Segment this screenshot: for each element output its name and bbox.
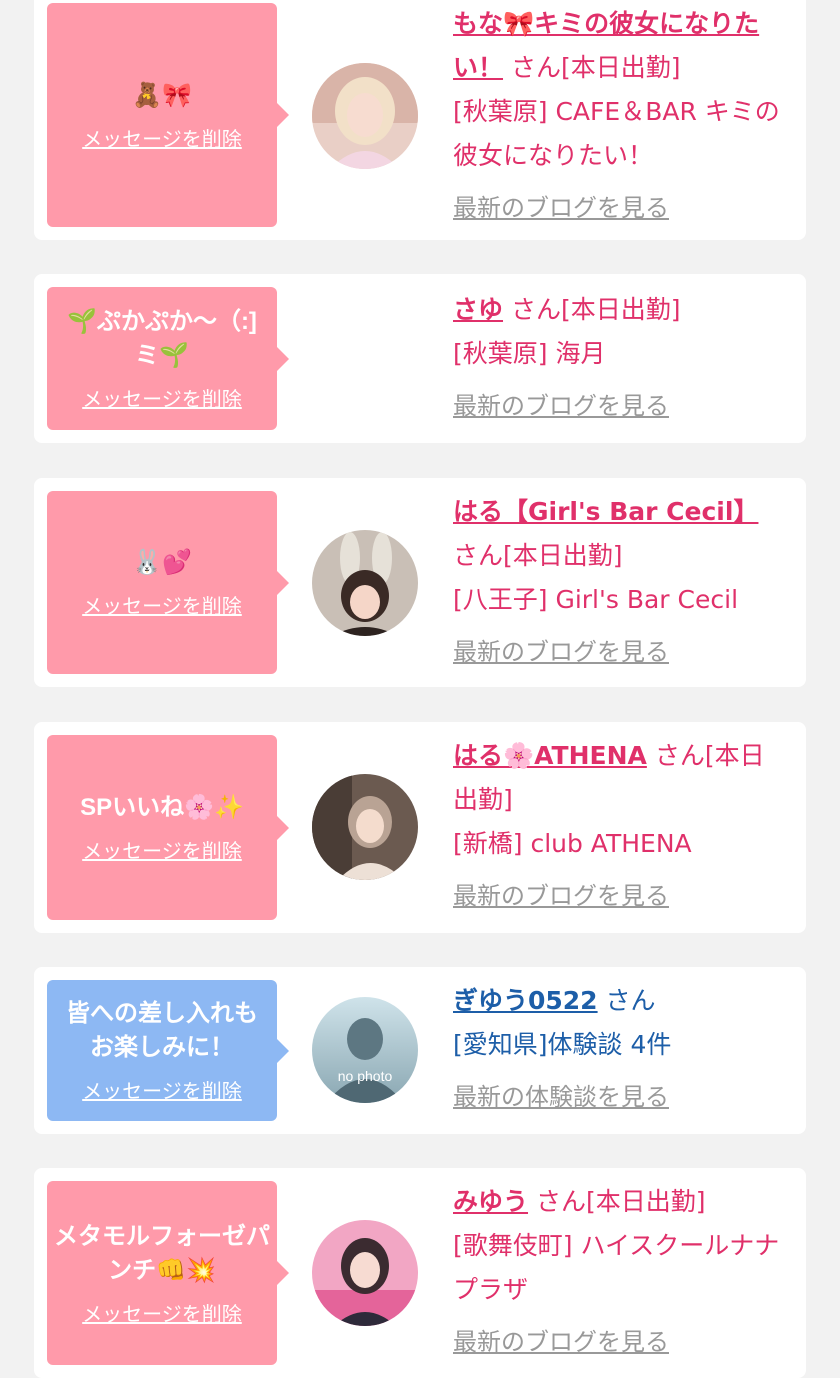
avatar[interactable] [312,774,418,880]
avatar[interactable]: no photo [312,997,418,1103]
message-text: 🌱ぷかぷか〜（:]ミ🌱 [67,308,257,369]
message-bubble: 皆への差し入れもお楽しみに！ メッセージを削除 [47,980,289,1121]
cast-name-link[interactable]: はる【Girl's Bar Cecil】 [453,497,758,526]
delete-message-link[interactable]: メッセージを削除 [82,590,242,619]
photo-avatar-icon [312,1220,418,1326]
shop-text: [歌舞伎町] ハイスクールナナプラザ [453,1231,780,1304]
message-text: 🧸🎀 [132,81,192,109]
honorific: さん [510,295,561,324]
message-card: SPいいね🌸✨ メッセージを削除 はる🌸ATHENA さん[本日出勤] [新橋]… [34,722,806,933]
message-card: メタモルフォーゼパンチ👊💥 メッセージを削除 みゆう さん[本日出勤] [歌舞伎… [34,1168,806,1378]
message-bubble: 🧸🎀 メッセージを削除 [47,3,289,227]
delete-message-link[interactable]: メッセージを削除 [82,1075,242,1104]
message-card: 🧸🎀 メッセージを削除 もな🎀キミの彼女になりたい！ さん[本日出勤] [秋葉原… [34,0,806,240]
cast-name-link[interactable]: はる🌸ATHENA [453,741,647,770]
message-text: 皆への差し入れもお楽しみに！ [66,1000,258,1061]
cast-name-link[interactable]: さゆ [453,295,503,324]
latest-blog-link[interactable]: 最新のブログを見る [453,186,780,230]
honorific: さん [510,53,561,82]
cast-info: はる【Girl's Bar Cecil】 さん[本日出勤] [八王子] Girl… [453,490,780,674]
message-card: 🐰💕 メッセージを削除 はる【Girl's Bar Cecil】 さん[本日出勤… [34,478,806,687]
shop-text: [八王子] Girl's Bar Cecil [453,585,739,614]
delete-message-link[interactable]: メッセージを削除 [82,1298,242,1327]
message-text: SPいいね🌸✨ [80,794,244,821]
latest-review-link[interactable]: 最新の体験談を見る [453,1075,780,1119]
latest-blog-link[interactable]: 最新のブログを見る [453,630,780,674]
message-bubble: 🌱ぷかぷか〜（:]ミ🌱 メッセージを削除 [47,287,289,430]
honorific: さん [453,541,504,570]
no-photo-icon: no photo [312,997,418,1103]
shop-text: [新橋] club ATHENA [453,829,692,858]
message-card: 🌱ぷかぷか〜（:]ミ🌱 メッセージを削除 さゆ さん[本日出勤] [秋葉原] 海… [34,274,806,443]
photo-avatar-icon [312,774,418,880]
shop-text: [秋葉原] 海月 [453,339,606,368]
latest-blog-link[interactable]: 最新のブログを見る [453,384,780,428]
cast-info: もな🎀キミの彼女になりたい！ さん[本日出勤] [秋葉原] CAFE＆BAR キ… [453,2,780,230]
delete-message-link[interactable]: メッセージを削除 [82,835,242,864]
photo-avatar-icon [312,530,418,636]
review-count-text: [愛知県]体験談 4件 [453,1030,672,1059]
cast-info: さゆ さん[本日出勤] [秋葉原] 海月 最新のブログを見る [453,288,780,428]
honorific: さん [605,986,656,1015]
cast-info: みゆう さん[本日出勤] [歌舞伎町] ハイスクールナナプラザ 最新のブログを見… [453,1180,780,1364]
avatar[interactable] [312,1220,418,1326]
message-bubble: 🐰💕 メッセージを削除 [47,491,289,674]
avatar[interactable] [312,530,418,636]
shop-text: [秋葉原] CAFE＆BAR キミの彼女になりたい！ [453,97,780,170]
photo-avatar-icon [312,63,418,169]
latest-blog-link[interactable]: 最新のブログを見る [453,874,780,918]
delete-message-link[interactable]: メッセージを削除 [82,123,242,152]
avatar[interactable] [312,63,418,169]
message-bubble: メタモルフォーゼパンチ👊💥 メッセージを削除 [47,1181,289,1365]
latest-blog-link[interactable]: 最新のブログを見る [453,1320,780,1364]
honorific: さん [654,741,705,770]
cast-name-link[interactable]: みゆう [453,1187,528,1216]
status-text: [本日出勤] [503,541,623,570]
status-text: [本日出勤] [585,1187,706,1216]
message-text: メタモルフォーゼパンチ👊💥 [54,1222,270,1284]
member-name-link[interactable]: ぎゆう0522 [453,986,598,1015]
status-text: [本日出勤] [560,53,681,82]
delete-message-link[interactable]: メッセージを削除 [82,383,242,412]
cast-info: はる🌸ATHENA さん[本日出勤] [新橋] club ATHENA 最新のブ… [453,734,780,918]
message-card: 皆への差し入れもお楽しみに！ メッセージを削除 no photo ぎゆう0522… [34,967,806,1134]
status-text: [本日出勤] [560,295,681,324]
honorific: さん [535,1187,586,1216]
message-bubble: SPいいね🌸✨ メッセージを削除 [47,735,289,920]
member-info: ぎゆう0522 さん [愛知県]体験談 4件 最新の体験談を見る [453,979,780,1119]
message-text: 🐰💕 [132,549,192,576]
no-photo-label: no photo [338,1068,393,1084]
